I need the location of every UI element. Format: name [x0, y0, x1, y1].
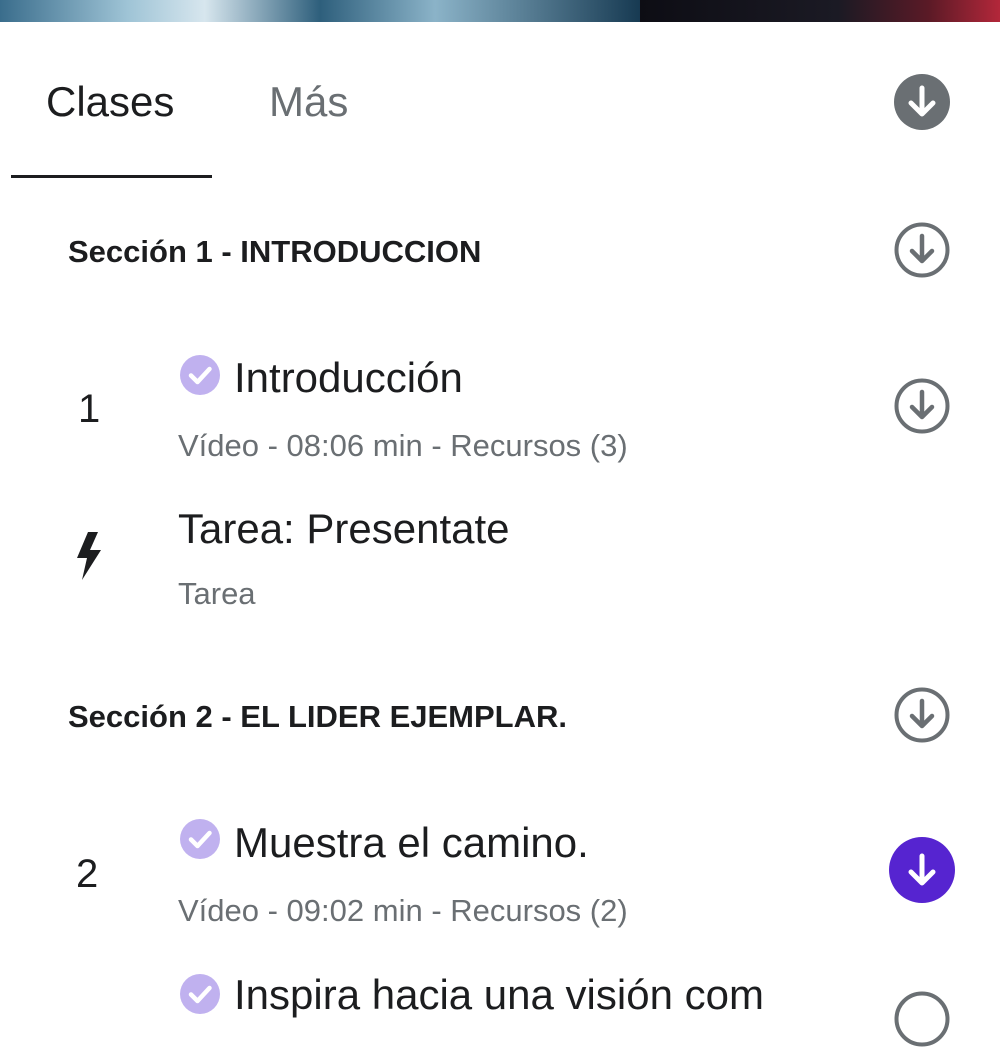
- tab-clases[interactable]: Clases: [46, 76, 174, 128]
- check-circle-icon: [180, 819, 220, 859]
- download-all-button[interactable]: [893, 73, 951, 131]
- tab-mas[interactable]: Más: [269, 76, 348, 128]
- download-section-button[interactable]: [893, 221, 951, 279]
- lecture-number: 1: [78, 387, 101, 431]
- download-outline-icon: [894, 687, 950, 743]
- course-video-preview[interactable]: [0, 0, 1000, 22]
- lecture-meta: Vídeo - 08:06 min - Recursos (3): [178, 428, 628, 463]
- download-outline-icon: [894, 378, 950, 434]
- lightning-icon: [74, 532, 104, 580]
- check-circle-icon: [180, 355, 220, 395]
- check-circle-icon: [180, 974, 220, 1014]
- active-tab-indicator: [11, 175, 212, 178]
- download-outline-icon: [894, 222, 950, 278]
- download-filled-icon: [889, 837, 955, 903]
- lecture-number: 2: [76, 852, 99, 896]
- download-filled-icon: [894, 74, 950, 130]
- lecture-title[interactable]: Inspira hacia una visión com: [234, 969, 764, 1021]
- lecture-title[interactable]: Muestra el camino.: [234, 817, 589, 869]
- section-title: Sección 2 - EL LIDER EJEMPLAR.: [68, 699, 567, 734]
- lecture-title[interactable]: Introducción: [234, 352, 463, 404]
- download-outline-icon: [894, 991, 950, 1047]
- task-title[interactable]: Tarea: Presentate: [178, 503, 510, 555]
- download-lecture-button[interactable]: [889, 837, 955, 903]
- download-lecture-button[interactable]: [893, 377, 951, 435]
- video-thumbnail-left: [0, 0, 640, 22]
- lecture-meta: Vídeo - 09:02 min - Recursos (2): [178, 893, 628, 928]
- download-section-button[interactable]: [893, 686, 951, 744]
- section-title: Sección 1 - INTRODUCCION: [68, 234, 482, 269]
- video-thumbnail-right: [640, 0, 1000, 22]
- download-lecture-button[interactable]: [893, 990, 951, 1048]
- task-meta: Tarea: [178, 576, 256, 611]
